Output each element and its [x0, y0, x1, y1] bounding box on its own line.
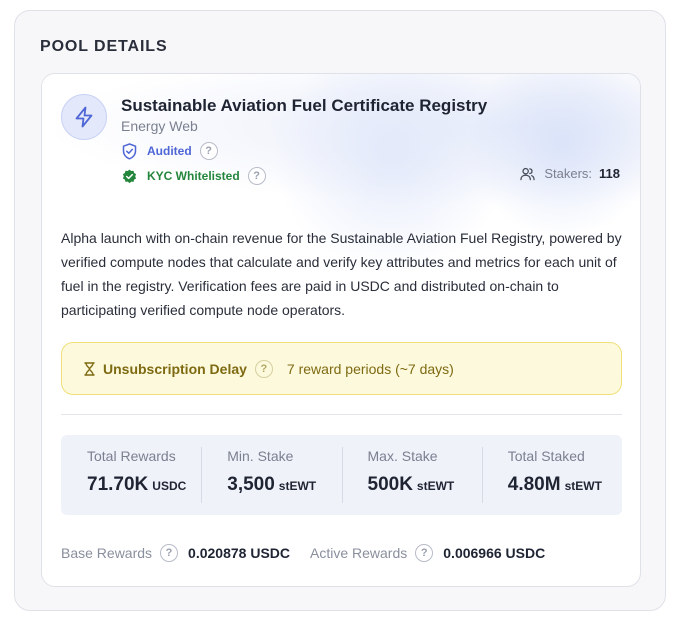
shield-check-icon [122, 142, 137, 160]
stat-min-stake: Min. Stake 3,500 stEWT [201, 435, 341, 515]
stat-value: 71.70K [87, 474, 149, 495]
pool-name: Sustainable Aviation Fuel Certificate Re… [121, 96, 488, 115]
rewards-row: Base Rewards ? 0.020878 USDC Active Rewa… [61, 544, 545, 562]
audited-label: Audited [147, 144, 192, 158]
active-rewards-help-icon[interactable]: ? [415, 544, 434, 562]
delay-title: Unsubscription Delay [103, 360, 247, 377]
pool-provider: Energy Web [121, 118, 198, 134]
stat-label: Total Staked [507, 448, 585, 464]
active-rewards-value: 0.006966 USDC [443, 545, 546, 561]
stat-label: Min. Stake [227, 448, 294, 464]
stat-total-staked: Total Staked 4.80M stEWT [481, 435, 622, 515]
divider [61, 414, 622, 415]
users-icon [520, 167, 536, 180]
unsubscription-delay-notice: Unsubscription Delay ? 7 reward periods … [61, 342, 622, 395]
pool-card: Sustainable Aviation Fuel Certificate Re… [41, 73, 641, 587]
stakers-label: Stakers: [544, 166, 593, 181]
lightning-bolt-icon [75, 106, 93, 128]
delay-value: 7 reward periods (~7 days) [286, 360, 454, 377]
kyc-badge: KYC Whitelisted ? [122, 166, 266, 186]
stat-unit: USDC [152, 479, 187, 493]
delay-help-icon[interactable]: ? [254, 359, 273, 378]
base-rewards-label: Base Rewards [61, 545, 153, 561]
verified-check-icon [122, 169, 137, 183]
stat-label: Max. Stake [367, 448, 438, 464]
stat-value: 3,500 [227, 474, 275, 495]
stat-label: Total Rewards [87, 448, 176, 464]
card-hero-background [42, 74, 640, 274]
stakers-value: 118 [599, 166, 620, 181]
kyc-label: KYC Whitelisted [147, 169, 240, 183]
hourglass-icon [84, 361, 95, 376]
stat-value: 4.80M [507, 474, 561, 495]
active-rewards-label: Active Rewards [310, 545, 408, 561]
kyc-help-icon[interactable]: ? [247, 167, 266, 185]
base-rewards-help-icon[interactable]: ? [160, 544, 179, 562]
pool-details-panel: POOL DETAILS Sustainable Aviation Fuel C… [14, 10, 666, 611]
stat-total-rewards: Total Rewards 71.70K USDC [61, 435, 201, 515]
base-rewards-value: 0.020878 USDC [188, 545, 290, 561]
stat-unit: stEWT [278, 479, 317, 493]
stat-value: 500K [367, 474, 413, 495]
stat-unit: stEWT [416, 479, 455, 493]
stat-unit: stEWT [564, 479, 602, 493]
stakers-count: Stakers: 118 [520, 166, 620, 181]
pool-description: Alpha launch with on-chain revenue for t… [61, 230, 622, 318]
audited-badge: Audited ? [122, 141, 218, 161]
stat-max-stake: Max. Stake 500K stEWT [341, 435, 482, 515]
section-title: POOL DETAILS [40, 38, 168, 55]
stats-panel: Total Rewards 71.70K USDC Min. Stake 3,50… [61, 435, 622, 515]
pool-logo [61, 94, 107, 140]
audited-help-icon[interactable]: ? [199, 142, 218, 160]
